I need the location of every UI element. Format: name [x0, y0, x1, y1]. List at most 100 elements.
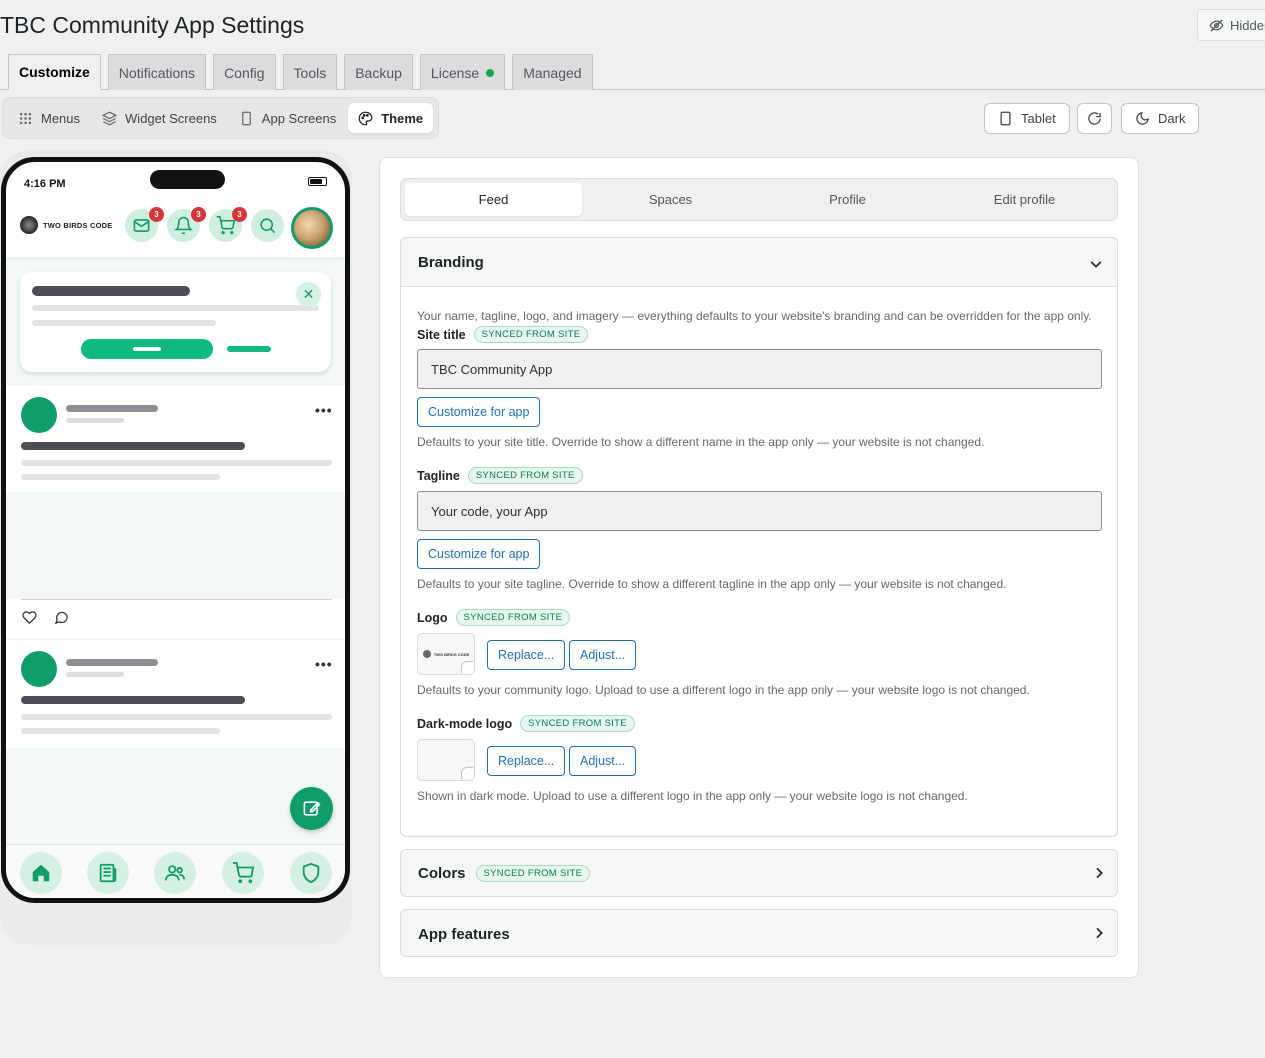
synced-badge: SYNCED FROM SITE [467, 467, 583, 484]
dark-label: Dark [1158, 111, 1186, 126]
messages-badge: 3 [149, 207, 164, 222]
users-icon [164, 865, 186, 881]
placeholder-line [66, 418, 124, 423]
more-options-icon[interactable]: ••• [315, 402, 333, 418]
main-tabs: Customize Notifications Config Tools Bac… [8, 54, 593, 90]
tagline-field[interactable]: Your code, your App [417, 491, 1102, 531]
subtab-app-screens[interactable]: App Screens [229, 103, 346, 133]
chevron-down-icon[interactable] [1088, 256, 1104, 272]
logo-preview-text: TWO BIRDS CODE [433, 651, 470, 657]
placeholder-line [21, 460, 332, 466]
close-icon[interactable]: ✕ [296, 282, 321, 307]
tab-customize[interactable]: Customize [8, 54, 101, 90]
subtab-widget-screens[interactable]: Widget Screens [92, 103, 227, 133]
tab-feed[interactable]: Feed [405, 183, 582, 216]
adjust-logo-button[interactable]: Adjust... [569, 640, 637, 670]
tab-label: Config [224, 64, 265, 81]
placeholder-line [66, 672, 124, 677]
tab-managed[interactable]: Managed [512, 54, 593, 90]
hidden-toggle-button[interactable]: Hidden [1197, 9, 1265, 41]
search-button[interactable] [251, 209, 284, 242]
page-title: TBC Community App Settings [0, 12, 305, 38]
tab-label: Managed [523, 64, 582, 81]
tab-config[interactable]: Config [213, 54, 276, 90]
tab-label: Notifications [118, 64, 196, 81]
placeholder-line [133, 347, 161, 351]
post-avatar [21, 651, 57, 687]
tablet-toggle-button[interactable]: Tablet [984, 103, 1070, 134]
corner-decoration [461, 661, 473, 673]
synced-badge: SYNCED FROM SITE [455, 609, 571, 626]
replace-logo-button[interactable]: Replace... [487, 640, 566, 670]
bell-icon [174, 216, 193, 235]
dark-logo-preview[interactable] [417, 739, 475, 781]
avatar[interactable] [291, 207, 333, 249]
nav-security[interactable] [290, 852, 332, 894]
customize-site-title-button[interactable]: Customize for app [417, 397, 541, 427]
palette-icon [358, 111, 373, 125]
tab-backup[interactable]: Backup [344, 54, 413, 90]
subtab-theme[interactable]: Theme [348, 103, 434, 133]
comment-icon[interactable] [54, 610, 69, 625]
hidden-label: Hidden [1230, 17, 1265, 33]
brand-mark-icon [422, 650, 431, 658]
site-title-field[interactable]: TBC Community App [417, 349, 1102, 389]
dark-mode-toggle-button[interactable]: Dark [1121, 103, 1200, 134]
post-avatar [21, 397, 57, 433]
nav-shop[interactable] [222, 852, 264, 894]
chevron-right-icon [1096, 867, 1103, 879]
placeholder-post: ••• [6, 386, 345, 492]
label-text: Logo [417, 610, 448, 625]
tab-tools[interactable]: Tools [282, 54, 338, 90]
logo-preview[interactable]: TWO BIRDS CODE [417, 633, 475, 675]
dark-logo-help: Shown in dark mode. Upload to use a diff… [417, 789, 968, 803]
divider [21, 599, 332, 600]
tab-profile[interactable]: Profile [759, 183, 936, 216]
branding-title[interactable]: Branding [418, 254, 484, 271]
site-title-label: Site title SYNCED FROM SITE [417, 326, 589, 343]
tab-notifications[interactable]: Notifications [107, 54, 207, 90]
placeholder-line [32, 305, 319, 311]
subtab-label: Widget Screens [125, 110, 217, 126]
phone-preview: 4:16 PM TWO BIRDS CODE 3 3 3 ✕ ••• ••• [1, 157, 350, 903]
post-actions [6, 599, 345, 638]
license-status-dot [486, 68, 495, 77]
chevron-right-icon [1096, 927, 1103, 939]
adjust-dark-logo-button[interactable]: Adjust... [569, 746, 637, 776]
tab-edit-profile[interactable]: Edit profile [936, 183, 1113, 216]
mail-icon [133, 219, 150, 232]
tab-spaces[interactable]: Spaces [582, 183, 759, 216]
refresh-button[interactable] [1077, 103, 1112, 134]
nav-home[interactable] [20, 852, 62, 894]
section-title-text: Colors [418, 865, 466, 882]
search-icon [260, 218, 276, 234]
layers-icon [102, 111, 118, 125]
compose-button[interactable] [290, 787, 333, 830]
tagline-label: Tagline SYNCED FROM SITE [417, 467, 583, 484]
tab-license[interactable]: License [419, 54, 506, 90]
nav-members[interactable] [154, 852, 196, 894]
phone-notch [150, 170, 225, 189]
dark-logo-label: Dark-mode logo SYNCED FROM SITE [417, 715, 635, 732]
replace-dark-logo-button[interactable]: Replace... [487, 746, 566, 776]
nav-news[interactable] [87, 852, 129, 894]
app-features-title: App features [418, 926, 510, 943]
synced-badge: SYNCED FROM SITE [520, 715, 635, 732]
app-features-section[interactable]: App features [400, 909, 1118, 957]
heart-icon[interactable] [22, 610, 37, 625]
placeholder-line [66, 659, 158, 666]
placeholder-card [20, 272, 331, 372]
placeholder-post: ••• [6, 640, 345, 748]
battery-icon [308, 177, 327, 186]
customize-tagline-button[interactable]: Customize for app [417, 539, 541, 569]
more-options-icon[interactable]: ••• [315, 656, 333, 672]
tab-label: License [430, 64, 480, 81]
colors-section[interactable]: Colors SYNCED FROM SITE [400, 849, 1118, 897]
branding-intro: Your name, tagline, logo, and imagery — … [417, 309, 1092, 323]
newspaper-icon [99, 863, 117, 883]
site-title-help: Defaults to your site title. Override to… [417, 435, 985, 449]
shield-icon [302, 862, 320, 884]
cart-icon [232, 862, 254, 884]
logo-label: Logo SYNCED FROM SITE [417, 609, 571, 626]
subtab-menus[interactable]: Menus [8, 103, 90, 133]
